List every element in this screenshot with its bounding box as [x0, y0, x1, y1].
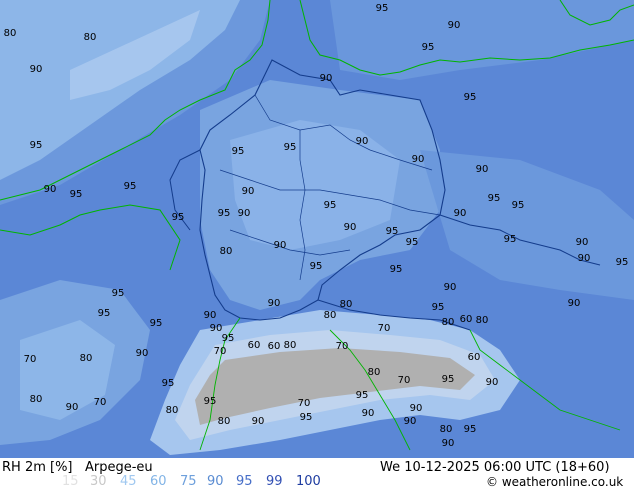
contour-label: 95 [204, 396, 217, 407]
datetime-label: We 10-12-2025 06:00 UTC (18+60) [380, 460, 610, 475]
contour-label: 60 [468, 352, 481, 363]
contour-label: 95 [616, 257, 629, 268]
contour-label: 95 [464, 92, 477, 103]
credit-label[interactable]: © weatheronline.co.uk [486, 475, 623, 489]
legend-value: 75 [180, 474, 197, 489]
contour-label: 90 [568, 298, 581, 309]
contour-label: 95 [386, 226, 399, 237]
contour-label: 80 [80, 353, 93, 364]
contour-label: 80 [440, 424, 453, 435]
contour-label: 80 [442, 317, 455, 328]
legend-value: 30 [90, 474, 107, 489]
contour-label: 95 [232, 146, 245, 157]
contour-label: 90 [242, 186, 255, 197]
contour-label: 95 [112, 288, 125, 299]
contour-label: 95 [172, 212, 185, 223]
contour-label: 80 [476, 315, 489, 326]
contour-label: 70 [94, 397, 107, 408]
contour-label: 80 [284, 340, 297, 351]
contour-label: 95 [464, 424, 477, 435]
contour-label: 70 [378, 323, 391, 334]
contour-label: 95 [70, 189, 83, 200]
contour-label: 95 [324, 200, 337, 211]
contour-label: 95 [504, 234, 517, 245]
contour-label: 95 [30, 140, 43, 151]
contour-label: 80 [324, 310, 337, 321]
contour-label: 90 [344, 222, 357, 233]
contour-label: 90 [486, 377, 499, 388]
contour-label: 90 [444, 282, 457, 293]
contour-label: 90 [362, 408, 375, 419]
contour-label: 90 [274, 240, 287, 251]
contour-label: 90 [238, 208, 251, 219]
contour-label: 95 [150, 318, 163, 329]
contour-label: 90 [442, 438, 455, 449]
contour-label: 60 [248, 340, 261, 351]
contour-label: 90 [578, 253, 591, 264]
contour-label: 95 [124, 181, 137, 192]
legend-value: 45 [120, 474, 137, 489]
contour-label: 60 [268, 341, 281, 352]
contour-label: 95 [356, 390, 369, 401]
contour-label: 90 [66, 402, 79, 413]
contour-label: 95 [98, 308, 111, 319]
contour-label: 70 [298, 398, 311, 409]
variable-label: RH 2m [%] [2, 460, 73, 475]
contour-label: 95 [310, 261, 323, 272]
contour-label: 80 [166, 405, 179, 416]
legend-value: 95 [236, 474, 253, 489]
contour-label: 95 [432, 302, 445, 313]
contour-label: 95 [422, 42, 435, 53]
contour-label: 60 [460, 314, 473, 325]
contour-label: 95 [162, 378, 175, 389]
contour-label: 90 [454, 208, 467, 219]
legend-value: 15 [62, 474, 79, 489]
legend-value: 100 [296, 474, 321, 489]
contour-label: 70 [24, 354, 37, 365]
contour-label: 80 [84, 32, 97, 43]
contour-label: 90 [252, 416, 265, 427]
contour-label: 70 [214, 346, 227, 357]
contour-label: 90 [136, 348, 149, 359]
contour-label: 80 [340, 299, 353, 310]
contour-label: 90 [404, 416, 417, 427]
contour-label: 90 [356, 136, 369, 147]
contour-label: 95 [488, 193, 501, 204]
legend-value: 99 [266, 474, 283, 489]
contour-label: 95 [390, 264, 403, 275]
contour-label: 90 [204, 310, 217, 321]
contour-label: 80 [218, 416, 231, 427]
contour-label: 95 [406, 237, 419, 248]
legend-value: 90 [207, 474, 224, 489]
contour-label: 95 [218, 208, 231, 219]
weather-map-panel: 80 80 90 95 90 95 90 95 95 95 95 90 90 90 95 95 90 90 95 90… [0, 0, 634, 490]
contour-label: 95 [442, 374, 455, 385]
contour-label: 90 [320, 73, 333, 84]
contour-label: 90 [576, 237, 589, 248]
contour-label: 90 [476, 164, 489, 175]
contour-label: 90 [268, 298, 281, 309]
contour-label: 90 [210, 323, 223, 334]
contour-label: 95 [512, 200, 525, 211]
model-label: Arpege-eu [85, 460, 153, 475]
map-footer: RH 2m [%] Arpege-eu We 10-12-2025 06:00 … [0, 458, 634, 490]
contour-label: 80 [368, 367, 381, 378]
contour-label: 70 [336, 341, 349, 352]
contour-label: 80 [4, 28, 17, 39]
contour-label: 70 [398, 375, 411, 386]
contour-label: 90 [412, 154, 425, 165]
contour-label: 80 [30, 394, 43, 405]
contour-label: 95 [376, 3, 389, 14]
contour-label: 95 [222, 333, 235, 344]
contour-label: 90 [44, 184, 57, 195]
contour-label: 90 [410, 403, 423, 414]
contour-label: 80 [220, 246, 233, 257]
contour-label: 95 [300, 412, 313, 423]
legend-value: 60 [150, 474, 167, 489]
contour-label: 90 [30, 64, 43, 75]
contour-label: 90 [448, 20, 461, 31]
rh-map: 80 809095909590959595 95909090 9595909095 90… [0, 0, 634, 458]
contour-label: 95 [284, 142, 297, 153]
